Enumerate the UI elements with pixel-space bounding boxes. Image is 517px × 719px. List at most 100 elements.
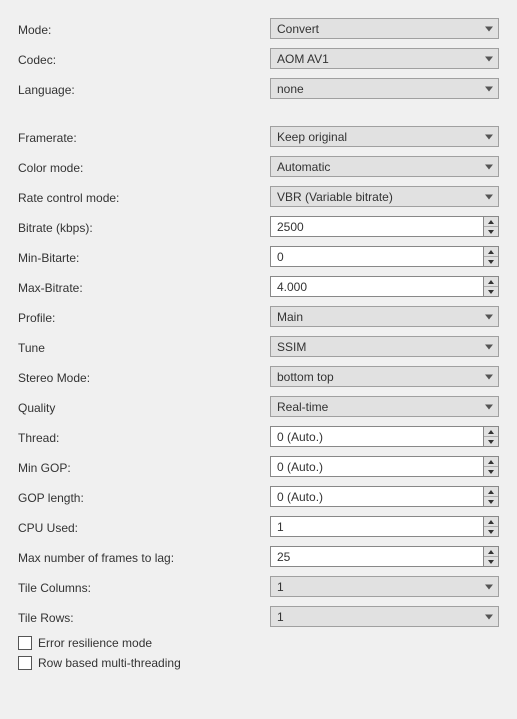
quality-select[interactable]: Real-time xyxy=(270,396,499,417)
maxbr-value[interactable]: 4.000 xyxy=(270,276,483,297)
caret-down-icon xyxy=(488,530,494,534)
caret-up-icon xyxy=(488,250,494,254)
caret-down-icon xyxy=(488,260,494,264)
lagframes-value[interactable]: 25 xyxy=(270,546,483,567)
caret-down-icon xyxy=(488,470,494,474)
chevron-down-icon xyxy=(485,194,493,199)
minbr-spinner[interactable]: 0 xyxy=(270,246,499,267)
caret-down-icon xyxy=(488,560,494,564)
goplen-value[interactable]: 0 (Auto.) xyxy=(270,486,483,507)
chevron-down-icon xyxy=(485,134,493,139)
framerate-select-value: Keep original xyxy=(277,130,347,144)
lagframes-label: Max number of frames to lag: xyxy=(18,549,270,565)
spinner-up-button[interactable] xyxy=(484,427,498,437)
spinner-down-button[interactable] xyxy=(484,497,498,506)
cpuused-spinner[interactable]: 1 xyxy=(270,516,499,537)
lagframes-spinner[interactable]: 25 xyxy=(270,546,499,567)
cpuused-value[interactable]: 1 xyxy=(270,516,483,537)
profile-select-value: Main xyxy=(277,310,303,324)
chevron-down-icon xyxy=(485,374,493,379)
mingop-spinner[interactable]: 0 (Auto.) xyxy=(270,456,499,477)
language-select[interactable]: none xyxy=(270,78,499,99)
minbr-value[interactable]: 0 xyxy=(270,246,483,267)
mingop-label: Min GOP: xyxy=(18,459,270,475)
tilecols-label: Tile Columns: xyxy=(18,579,270,595)
ratectrl-select[interactable]: VBR (Variable bitrate) xyxy=(270,186,499,207)
maxbr-label: Max-Bitrate: xyxy=(18,279,270,295)
spinner-up-button[interactable] xyxy=(484,247,498,257)
spinner-up-button[interactable] xyxy=(484,277,498,287)
bitrate-value[interactable]: 2500 xyxy=(270,216,483,237)
profile-select[interactable]: Main xyxy=(270,306,499,327)
spinner-down-button[interactable] xyxy=(484,257,498,266)
ratectrl-label: Rate control mode: xyxy=(18,189,270,205)
row-multithreading-checkbox[interactable] xyxy=(18,656,32,670)
framerate-label: Framerate: xyxy=(18,129,270,145)
mode-label: Mode: xyxy=(18,21,270,37)
caret-up-icon xyxy=(488,490,494,494)
caret-down-icon xyxy=(488,290,494,294)
spinner-up-button[interactable] xyxy=(484,547,498,557)
codec-label: Codec: xyxy=(18,51,270,67)
language-label: Language: xyxy=(18,81,270,97)
chevron-down-icon xyxy=(485,404,493,409)
mingop-value[interactable]: 0 (Auto.) xyxy=(270,456,483,477)
mode-select-value: Convert xyxy=(277,22,319,36)
thread-value[interactable]: 0 (Auto.) xyxy=(270,426,483,447)
chevron-down-icon xyxy=(485,56,493,61)
chevron-down-icon xyxy=(485,614,493,619)
maxbr-spinner[interactable]: 4.000 xyxy=(270,276,499,297)
tilecols-select-value: 1 xyxy=(277,580,284,594)
codec-select-value: AOM AV1 xyxy=(277,52,329,66)
chevron-down-icon xyxy=(485,584,493,589)
spinner-up-button[interactable] xyxy=(484,517,498,527)
thread-spinner[interactable]: 0 (Auto.) xyxy=(270,426,499,447)
cpuused-label: CPU Used: xyxy=(18,519,270,535)
minbr-label: Min-Bitarte: xyxy=(18,249,270,265)
stereo-label: Stereo Mode: xyxy=(18,369,270,385)
chevron-down-icon xyxy=(485,314,493,319)
tilerows-select-value: 1 xyxy=(277,610,284,624)
spinner-up-button[interactable] xyxy=(484,487,498,497)
quality-select-value: Real-time xyxy=(277,400,328,414)
codec-select[interactable]: AOM AV1 xyxy=(270,48,499,69)
tune-select[interactable]: SSIM xyxy=(270,336,499,357)
chevron-down-icon xyxy=(485,26,493,31)
mode-select[interactable]: Convert xyxy=(270,18,499,39)
chevron-down-icon xyxy=(485,164,493,169)
goplen-spinner[interactable]: 0 (Auto.) xyxy=(270,486,499,507)
bitrate-spinner[interactable]: 2500 xyxy=(270,216,499,237)
tune-select-value: SSIM xyxy=(277,340,306,354)
caret-up-icon xyxy=(488,280,494,284)
tilecols-select[interactable]: 1 xyxy=(270,576,499,597)
colormode-select-value: Automatic xyxy=(277,160,330,174)
caret-up-icon xyxy=(488,520,494,524)
stereo-select[interactable]: bottom top xyxy=(270,366,499,387)
quality-label: Quality xyxy=(18,399,270,415)
caret-up-icon xyxy=(488,460,494,464)
chevron-down-icon xyxy=(485,344,493,349)
colormode-select[interactable]: Automatic xyxy=(270,156,499,177)
stereo-select-value: bottom top xyxy=(277,370,334,384)
error-resilience-checkbox[interactable] xyxy=(18,636,32,650)
spinner-down-button[interactable] xyxy=(484,437,498,446)
spinner-down-button[interactable] xyxy=(484,557,498,566)
error-resilience-label: Error resilience mode xyxy=(38,636,152,650)
thread-label: Thread: xyxy=(18,429,270,445)
caret-down-icon xyxy=(488,440,494,444)
row-multithreading-label: Row based multi-threading xyxy=(38,656,181,670)
caret-down-icon xyxy=(488,500,494,504)
spinner-up-button[interactable] xyxy=(484,217,498,227)
spinner-down-button[interactable] xyxy=(484,287,498,296)
framerate-select[interactable]: Keep original xyxy=(270,126,499,147)
bitrate-label: Bitrate (kbps): xyxy=(18,219,270,235)
caret-up-icon xyxy=(488,550,494,554)
colormode-label: Color mode: xyxy=(18,159,270,175)
spinner-up-button[interactable] xyxy=(484,457,498,467)
caret-up-icon xyxy=(488,430,494,434)
ratectrl-select-value: VBR (Variable bitrate) xyxy=(277,190,393,204)
tilerows-select[interactable]: 1 xyxy=(270,606,499,627)
spinner-down-button[interactable] xyxy=(484,467,498,476)
spinner-down-button[interactable] xyxy=(484,527,498,536)
spinner-down-button[interactable] xyxy=(484,227,498,236)
